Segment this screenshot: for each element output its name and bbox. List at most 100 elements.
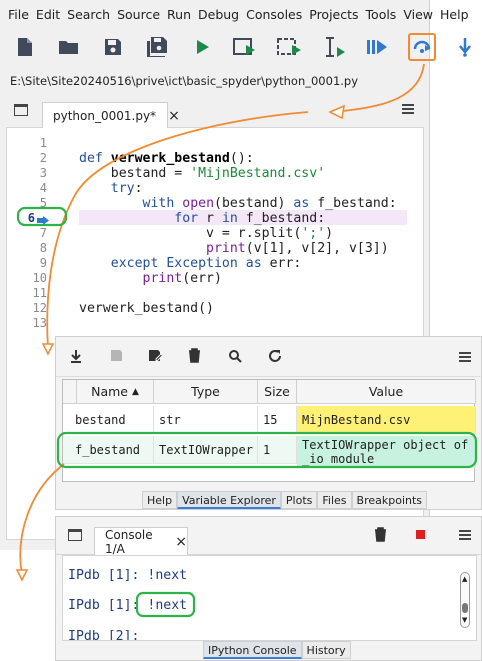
new-file-icon[interactable]: [10, 30, 40, 64]
cell-value[interactable]: TextIOWrapper object of _io module: [297, 436, 476, 468]
line-number: 11: [32, 286, 47, 300]
browse-tabs-icon[interactable]: [14, 104, 28, 116]
menu-view[interactable]: View: [403, 7, 433, 22]
console-scrollbar[interactable]: ▲ ▼: [460, 572, 470, 628]
menu-file[interactable]: File: [8, 7, 29, 22]
scroll-up-icon[interactable]: ▲: [462, 576, 467, 583]
cell-size: 15: [258, 406, 297, 434]
variables-table: Name ▲ Type Size Value bestand str 15 Mi…: [62, 379, 476, 482]
remove-all-icon[interactable]: [188, 348, 201, 366]
tab-files[interactable]: Files: [317, 491, 352, 509]
console-line: IPdb [1]: !next: [68, 598, 188, 613]
options-menu-icon[interactable]: [459, 352, 471, 362]
cell-value[interactable]: MijnBestand.csv: [297, 406, 476, 434]
scroll-thumb[interactable]: [462, 603, 468, 613]
plugin-tabbar: Help Variable Explorer Plots Files Break…: [142, 491, 428, 509]
menu-search[interactable]: Search: [67, 7, 110, 22]
line-number: 1: [39, 136, 47, 150]
run-cell-advance-icon[interactable]: [275, 30, 305, 64]
options-menu-icon[interactable]: [402, 104, 414, 114]
ipython-console-pane: Console 1/A × IPdb [1]: !next IPdb [1]: …: [55, 516, 482, 661]
main-toolbar: [0, 30, 482, 66]
line-number: 5: [39, 196, 47, 210]
line-number: 2: [39, 151, 47, 165]
console-output[interactable]: IPdb [1]: !next IPdb [1]: !next IPdb [2]…: [62, 555, 477, 641]
menu-source[interactable]: Source: [117, 7, 160, 22]
step-into-icon[interactable]: [450, 30, 480, 64]
tab-plots[interactable]: Plots: [280, 491, 318, 509]
code-line: print(err): [142, 271, 222, 286]
menu-edit[interactable]: Edit: [36, 7, 60, 22]
tab-breakpoints[interactable]: Breakpoints: [351, 491, 428, 509]
menu-tools[interactable]: Tools: [366, 7, 397, 22]
cell-name: bestand: [63, 406, 154, 434]
code-line: for r in f_bestand:: [174, 211, 326, 226]
menu-consoles[interactable]: Consoles: [246, 7, 302, 22]
code-line: with open(bestand) as f_bestand:: [142, 196, 397, 211]
import-data-icon[interactable]: [70, 349, 82, 366]
editor-tabbar: python_0001.py* ×: [6, 96, 424, 129]
line-number: 6: [27, 211, 35, 225]
line-number: 13: [32, 316, 47, 330]
tab-help[interactable]: Help: [142, 491, 178, 509]
menu-bar: File Edit Search Source Run Debug Consol…: [0, 0, 469, 28]
debug-icon[interactable]: [362, 30, 392, 64]
options-menu-icon[interactable]: [459, 530, 471, 540]
line-number: 7: [39, 226, 47, 240]
open-folder-icon[interactable]: [54, 30, 84, 64]
code-line: print(v[1], v[2], v[3]): [206, 241, 389, 256]
run-selection-icon[interactable]: [320, 30, 350, 64]
menu-help[interactable]: Help: [440, 7, 469, 22]
line-number: 10: [32, 271, 47, 285]
save-data-icon[interactable]: [110, 349, 123, 365]
column-header-name[interactable]: Name ▲: [77, 380, 154, 404]
menu-debug[interactable]: Debug: [198, 7, 239, 22]
console-tabbar: Console 1/A ×: [56, 517, 482, 556]
code-line: try:: [110, 181, 143, 196]
console-tab-label: Console 1/A: [105, 527, 153, 556]
code-line: def verwerk_bestand():: [79, 151, 254, 166]
cell-name: f_bestand: [63, 436, 154, 464]
save-all-icon[interactable]: [142, 30, 172, 64]
column-header-type[interactable]: Type: [154, 380, 258, 404]
close-icon[interactable]: ×: [168, 108, 180, 124]
scroll-down-icon[interactable]: ▼: [462, 617, 467, 624]
annotation-arrowhead: [15, 569, 29, 582]
remove-icon[interactable]: [374, 527, 387, 545]
run-cell-icon[interactable]: [230, 30, 260, 64]
step-over-icon[interactable]: [408, 33, 436, 61]
browse-tabs-icon[interactable]: [68, 529, 82, 541]
tab-ipython-console[interactable]: IPython Console: [203, 641, 302, 659]
file-path-bar: E:\Site\Site20240516\prive\ict\basic_spy…: [10, 74, 359, 88]
line-number: 12: [32, 301, 47, 315]
code-line: except Exception as err:: [110, 256, 302, 271]
menu-run[interactable]: Run: [167, 7, 191, 22]
stop-icon[interactable]: [416, 530, 425, 539]
tab-console-1a[interactable]: Console 1/A ×: [94, 527, 188, 556]
close-icon[interactable]: ×: [175, 534, 187, 550]
sort-ascending-icon: ▲: [131, 386, 139, 397]
variable-explorer-pane: Name ▲ Type Size Value bestand str 15 Mi…: [55, 336, 482, 510]
line-number: 4: [39, 181, 47, 195]
search-icon[interactable]: [228, 349, 242, 366]
code-line: bestand = 'MijnBestand.csv': [79, 166, 326, 181]
run-icon[interactable]: [188, 30, 218, 64]
menu-projects[interactable]: Projects: [309, 7, 358, 22]
save-icon[interactable]: [98, 30, 128, 64]
tab-python-0001[interactable]: python_0001.py* ×: [42, 102, 180, 129]
console-line: IPdb [1]: !next: [68, 568, 188, 583]
column-header-size[interactable]: Size: [258, 380, 297, 404]
save-data-as-icon[interactable]: [148, 349, 164, 366]
tab-history[interactable]: History: [301, 641, 351, 659]
line-number: 8: [39, 241, 47, 255]
tab-variable-explorer[interactable]: Variable Explorer: [177, 491, 281, 509]
row-header-corner: [63, 380, 77, 404]
column-header-value[interactable]: Value: [297, 380, 476, 404]
cell-type: TextIOWrapper: [154, 436, 258, 464]
cell-size: 1: [258, 436, 297, 464]
cell-type: str: [154, 406, 258, 434]
refresh-icon[interactable]: [268, 349, 282, 366]
current-line-arrow-icon: [37, 214, 49, 225]
code-line: v = r.split(';'): [79, 226, 334, 241]
console-plugin-tabbar: IPython Console History: [203, 641, 351, 659]
